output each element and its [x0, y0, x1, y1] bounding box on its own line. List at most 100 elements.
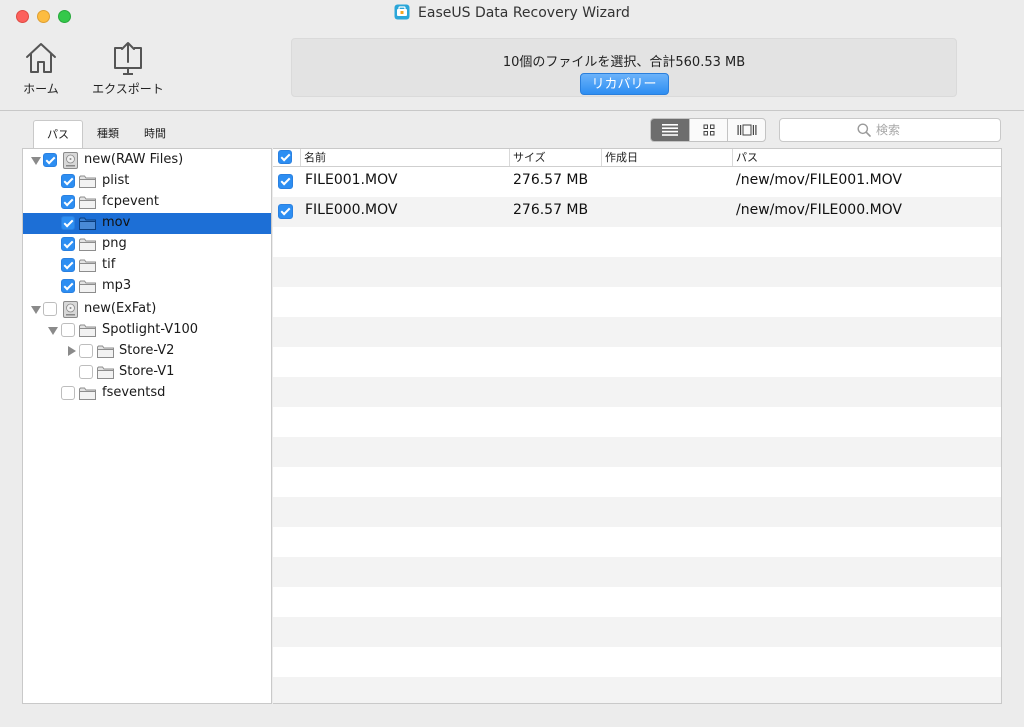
disclosure-triangle-down-icon[interactable] [48, 327, 58, 335]
folder-icon [79, 259, 96, 272]
grid-view-button[interactable] [689, 119, 728, 141]
tree-item-mov[interactable]: mov [23, 213, 271, 234]
list-stripe [273, 407, 1001, 437]
list-stripe [273, 227, 1001, 257]
table-row[interactable]: FILE001.MOV 276.57 MB /new/mov/FILE001.M… [273, 167, 1001, 197]
tree-item-label: new(ExFat) [84, 301, 157, 316]
tree-item-plist[interactable]: plist [23, 171, 271, 192]
tree-checkbox[interactable] [61, 279, 75, 293]
tree-item-label: png [102, 236, 127, 251]
tree-checkbox[interactable] [43, 302, 57, 316]
file-list-header: 名前 サイズ 作成日 パス [273, 149, 1001, 167]
tab-time[interactable]: 時間 [138, 120, 172, 147]
selection-summary: 10個のファイルを選択、合計560.53 MB [502, 55, 746, 70]
disclosure-triangle-right-icon[interactable] [68, 346, 76, 356]
disclosure-triangle-down-icon[interactable] [31, 157, 41, 165]
grid-view-icon [703, 124, 715, 136]
window-title-wrap: EaseUS Data Recovery Wizard [0, 4, 1024, 21]
list-stripe [273, 437, 1001, 467]
file-list-panel: 名前 サイズ 作成日 パス FILE001.MOV 276.57 MB /new… [273, 148, 1002, 704]
table-row[interactable]: FILE000.MOV 276.57 MB /new/mov/FILE000.M… [273, 197, 1001, 227]
tree-item-store-v2[interactable]: Store-V2 [23, 341, 271, 362]
tree-item-new-exfat[interactable]: new(ExFat) [23, 299, 271, 320]
disclosure-triangle-down-icon[interactable] [31, 306, 41, 314]
folder-icon [79, 324, 96, 337]
list-view-icon [662, 124, 678, 136]
list-stripe [273, 677, 1001, 703]
tab-path[interactable]: パス [33, 120, 83, 148]
file-size: 276.57 MB [513, 202, 589, 218]
view-mode-switch [650, 118, 766, 142]
list-view-button[interactable] [651, 119, 689, 141]
folder-icon [79, 217, 96, 230]
home-icon [26, 43, 56, 73]
title-bar: EaseUS Data Recovery Wizard [0, 0, 1024, 26]
tree-item-label: tif [102, 257, 116, 272]
file-size: 276.57 MB [513, 172, 589, 188]
tree-item-mp3[interactable]: mp3 [23, 276, 271, 297]
select-all-checkbox[interactable] [278, 150, 292, 164]
search-box [779, 118, 1001, 142]
tree-checkbox[interactable] [61, 195, 75, 209]
tree-item-tif[interactable]: tif [23, 255, 271, 276]
list-stripe [273, 287, 1001, 317]
tree-checkbox[interactable] [43, 153, 57, 167]
select-all-column [273, 149, 301, 166]
tree-item-label: Spotlight-V100 [102, 322, 199, 337]
list-stripe [273, 467, 1001, 497]
tree-item-label: new(RAW Files) [84, 152, 184, 167]
tree-item-label: plist [102, 173, 130, 188]
tree-item-label: Store-V1 [119, 364, 175, 379]
filmstrip-view-button[interactable] [727, 119, 765, 141]
tree-checkbox[interactable] [79, 365, 93, 379]
column-header-path[interactable]: パス [733, 149, 1001, 166]
tab-type[interactable]: 種類 [91, 120, 125, 147]
tree-item-label: mp3 [102, 278, 132, 293]
tree-item-spotlight-v100[interactable]: Spotlight-V100 [23, 320, 271, 341]
list-stripe [273, 497, 1001, 527]
file-name: FILE001.MOV [305, 172, 398, 188]
list-stripe [273, 377, 1001, 407]
tree-checkbox[interactable] [61, 258, 75, 272]
list-stripe [273, 317, 1001, 347]
tree-item-fcpevent[interactable]: fcpevent [23, 192, 271, 213]
folder-tree-panel: new(RAW Files) plist fcpevent mov png ti… [22, 148, 272, 704]
row-checkbox[interactable] [278, 174, 293, 189]
column-header-size[interactable]: サイズ [510, 149, 602, 166]
export-button[interactable]: エクスポート [86, 40, 170, 97]
row-checkbox[interactable] [278, 204, 293, 219]
tree-checkbox[interactable] [79, 344, 93, 358]
tree-checkbox[interactable] [61, 386, 75, 400]
folder-icon [79, 238, 96, 251]
toolbar-divider [0, 110, 1024, 111]
tree-checkbox[interactable] [61, 174, 75, 188]
list-stripe [273, 557, 1001, 587]
selection-status-panel: 10個のファイルを選択、合計560.53 MB リカバリー [291, 38, 957, 97]
tree-checkbox[interactable] [61, 323, 75, 337]
folder-icon [79, 387, 96, 400]
tree-item-label: fcpevent [102, 194, 160, 209]
search-input[interactable] [780, 119, 1000, 141]
export-icon [114, 42, 142, 75]
tree-item-new-raw-files[interactable]: new(RAW Files) [23, 150, 271, 171]
tree-checkbox[interactable] [61, 237, 75, 251]
tree-checkbox[interactable] [61, 216, 75, 230]
list-stripe [273, 587, 1001, 617]
tree-item-store-v1[interactable]: Store-V1 [23, 362, 271, 383]
file-name: FILE000.MOV [305, 202, 398, 218]
column-header-created[interactable]: 作成日 [602, 149, 733, 166]
home-label: ホーム [23, 82, 59, 96]
recover-button[interactable]: リカバリー [579, 73, 669, 95]
drive-icon [63, 301, 78, 318]
tree-item-label: Store-V2 [119, 343, 175, 358]
list-stripe [273, 617, 1001, 647]
app-logo-icon [394, 4, 410, 20]
column-header-name[interactable]: 名前 [301, 149, 510, 166]
filmstrip-view-icon [737, 124, 757, 136]
tree-item-label: fseventsd [102, 385, 166, 400]
list-stripe [273, 347, 1001, 377]
tree-item-label: mov [102, 215, 131, 230]
tree-item-fseventsd[interactable]: fseventsd [23, 383, 271, 404]
home-button[interactable]: ホーム [16, 40, 66, 97]
tree-item-png[interactable]: png [23, 234, 271, 255]
